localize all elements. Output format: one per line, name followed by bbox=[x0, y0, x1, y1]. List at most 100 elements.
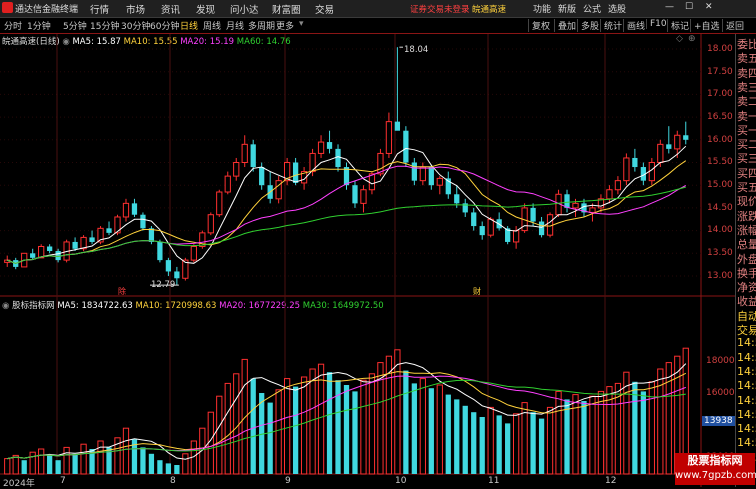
candle-body bbox=[674, 134, 681, 150]
volume-bar bbox=[589, 395, 596, 475]
candle-body bbox=[454, 194, 460, 204]
volume-bar bbox=[12, 454, 19, 475]
candle-body bbox=[72, 241, 78, 249]
price-tick: 16.50 bbox=[707, 112, 733, 122]
candle-body bbox=[538, 221, 545, 236]
date-label-month: 8 bbox=[170, 476, 176, 486]
watermark-url: www.7gpzb.com bbox=[675, 470, 756, 481]
volume-bar bbox=[292, 386, 299, 474]
candle-body bbox=[174, 271, 180, 279]
volume-bar bbox=[233, 373, 240, 475]
candle-body bbox=[657, 143, 664, 163]
candle-body bbox=[428, 167, 434, 186]
candle-body bbox=[666, 144, 672, 149]
ex-dividend-marker[interactable]: 除 bbox=[118, 286, 126, 297]
candle-body bbox=[106, 228, 112, 233]
candle-body bbox=[632, 157, 638, 168]
candle-body bbox=[589, 207, 596, 213]
candle-body bbox=[326, 142, 333, 149]
candle-body bbox=[479, 226, 485, 236]
volume-bar bbox=[55, 460, 61, 474]
volume-bar bbox=[224, 382, 231, 475]
price-tick: 15.50 bbox=[707, 157, 733, 167]
candle-body bbox=[157, 241, 163, 261]
volume-bar bbox=[538, 418, 545, 474]
candle-body bbox=[606, 189, 613, 200]
volume-bar bbox=[505, 423, 511, 474]
candle-body bbox=[148, 228, 155, 242]
volume-bar bbox=[572, 394, 579, 475]
candle-body bbox=[623, 157, 630, 182]
candle-body bbox=[411, 162, 417, 181]
candle-body bbox=[683, 135, 689, 140]
volume-bar bbox=[454, 399, 460, 474]
watermark-title: 股票指标网 bbox=[687, 454, 743, 467]
candle-body bbox=[250, 144, 256, 168]
volume-bar bbox=[4, 458, 11, 475]
date-label-month: 12 bbox=[605, 476, 617, 486]
volume-bar bbox=[419, 378, 426, 475]
volume-bar bbox=[564, 399, 570, 474]
candle-body bbox=[259, 167, 265, 186]
candle-body bbox=[47, 246, 53, 252]
volume-bar bbox=[479, 417, 485, 474]
volume-bar bbox=[182, 453, 189, 475]
candle-body bbox=[385, 121, 393, 154]
date-label-month: 7 bbox=[60, 476, 66, 486]
volume-bar bbox=[394, 349, 401, 475]
watermark-logo: 股票指标网 www.7gpzb.com bbox=[675, 453, 756, 485]
volume-bar bbox=[241, 358, 248, 475]
volume-bar bbox=[284, 378, 291, 475]
date-label-month: 11 bbox=[488, 476, 500, 486]
volume-bar bbox=[436, 384, 443, 475]
price-tick: 18.00 bbox=[707, 44, 733, 54]
candle-body bbox=[165, 260, 172, 272]
candle-body bbox=[317, 141, 325, 154]
candle-body bbox=[233, 162, 240, 177]
volume-bar bbox=[29, 451, 36, 475]
volume-bar bbox=[326, 372, 333, 474]
volume-bar bbox=[411, 383, 417, 474]
volume-bar bbox=[165, 463, 172, 474]
financial-report-marker[interactable]: 财 bbox=[473, 286, 481, 297]
volume-bar bbox=[174, 465, 180, 474]
candle-body bbox=[436, 177, 443, 186]
date-label-year: 2024年 bbox=[3, 479, 35, 489]
candle-body bbox=[360, 189, 367, 204]
volume-bar bbox=[157, 460, 163, 474]
candle-body bbox=[648, 162, 655, 182]
volume-bar bbox=[513, 413, 520, 475]
price-tick: 17.00 bbox=[707, 89, 733, 99]
candle-body bbox=[572, 202, 579, 209]
volume-bar bbox=[640, 391, 646, 474]
price-tick: 14.00 bbox=[707, 225, 733, 235]
candle-body bbox=[140, 214, 146, 229]
volume-bar bbox=[207, 411, 214, 475]
date-label-month: 10 bbox=[395, 476, 407, 486]
volume-bar bbox=[428, 388, 434, 474]
volume-bar bbox=[47, 455, 53, 474]
kline-chart[interactable] bbox=[0, 0, 735, 487]
price-tick: 14.50 bbox=[707, 203, 733, 213]
candle-body bbox=[513, 230, 520, 243]
candle-body bbox=[403, 130, 409, 163]
candle-body bbox=[487, 218, 494, 236]
volume-bar bbox=[487, 406, 494, 475]
candle-body bbox=[335, 148, 341, 168]
candle-body bbox=[614, 180, 622, 191]
volume-bar bbox=[275, 389, 282, 475]
volume-bar bbox=[496, 415, 502, 474]
volume-bar bbox=[72, 453, 78, 474]
candle-body bbox=[30, 253, 36, 258]
volume-bar bbox=[462, 405, 468, 474]
current-volume-badge: 13938 bbox=[702, 416, 735, 426]
volume-bar bbox=[530, 412, 536, 474]
volume-bar bbox=[581, 401, 587, 474]
candle-body bbox=[292, 162, 299, 183]
volume-bar bbox=[148, 453, 155, 474]
candle-body bbox=[122, 202, 130, 218]
price-tick: 16.00 bbox=[707, 135, 733, 145]
candle-body bbox=[55, 251, 61, 261]
candle-body bbox=[241, 143, 248, 163]
volume-bar bbox=[97, 440, 104, 475]
